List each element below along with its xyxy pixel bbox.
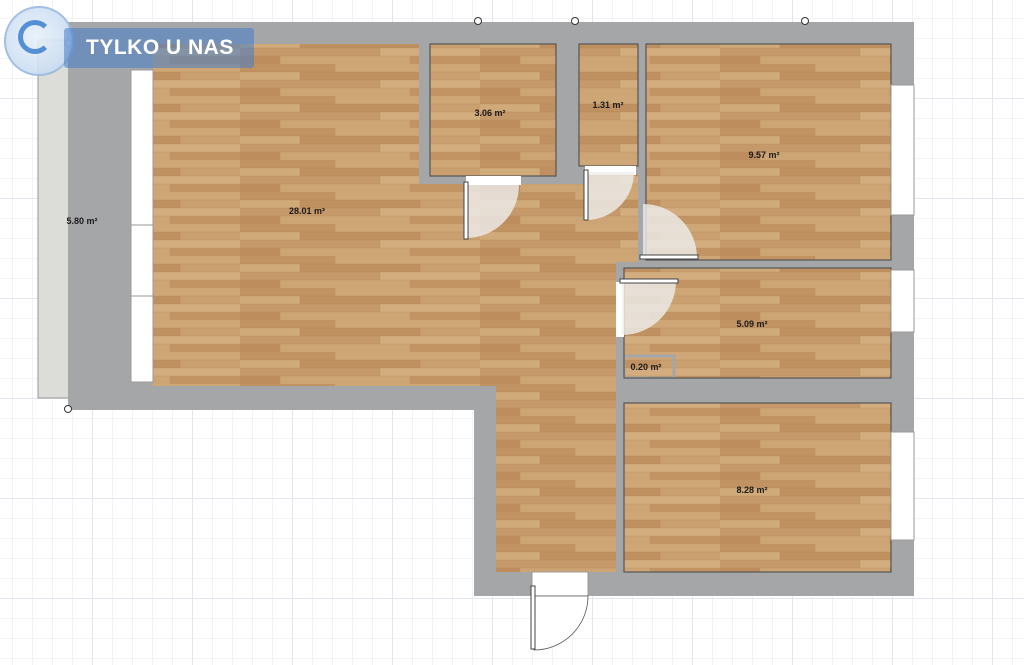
floor-plan: 28.01 m² 3.06 m² 1.31 m² 9.57 m² 5.09 m²… (37, 17, 915, 651)
room-label-room-b: 1.31 m² (592, 100, 623, 110)
room-label-room-e: 8.28 m² (736, 485, 767, 495)
room-label-balcony: 5.80 m² (66, 216, 97, 226)
room-label-room-a: 3.06 m² (474, 108, 505, 118)
logo-text: TYLKO U NAS (86, 36, 234, 59)
logo-c-icon (18, 20, 52, 54)
room-label-room-d: 5.09 m² (736, 319, 767, 329)
room-label-room-c: 9.57 m² (748, 150, 779, 160)
floors (153, 44, 891, 572)
logo: TYLKO U NAS (4, 6, 254, 80)
room-label-closet: 0.20 m² (630, 362, 661, 372)
room-label-living: 28.01 m² (289, 206, 325, 216)
